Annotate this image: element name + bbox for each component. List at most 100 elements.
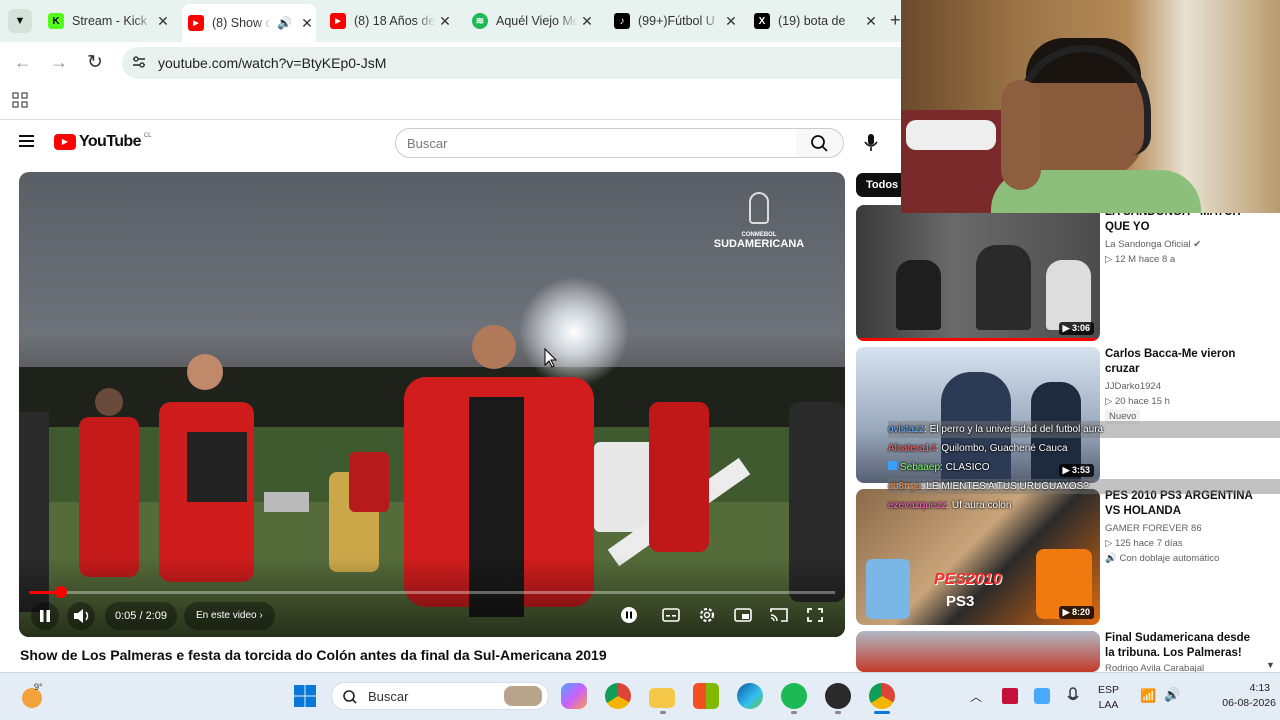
chapter-text: En este video [196,610,257,621]
tab-label: (19) bota de [778,14,846,28]
cast-button[interactable] [767,604,791,626]
tab-kick[interactable]: K Stream - Kick ✕ [44,6,172,36]
volume-icon[interactable]: 🔊 [1164,687,1180,703]
edge-icon[interactable] [737,683,763,709]
duration-badge: ▶ 3:53 [1058,464,1094,477]
related-info-1[interactable]: LA SANDONGA - MATCH QUE YO La Sandonga O… [1105,205,1255,267]
spotify-icon[interactable] [781,683,807,709]
chat-message: Sebaaep: CLASICO [888,460,990,475]
autoplay-toggle[interactable] [621,607,637,623]
related-info-4[interactable]: Final Sudamericana desde la tribuna. Los… [1105,631,1255,672]
site-info-icon[interactable] [131,54,147,70]
tray-app-icon[interactable] [1034,688,1050,704]
close-icon[interactable]: ✕ [298,15,316,32]
pause-small-icon [626,611,632,619]
webcam-hand [1001,80,1041,190]
spotify-icon: ≋ [472,13,488,29]
duration: 3:53 [1071,465,1090,475]
gear-icon [699,607,715,623]
obs-icon[interactable] [825,683,851,709]
clock[interactable]: 4:13 06-08-2026 [1198,681,1278,711]
tab-label: (99+)Fútbol U [638,14,715,28]
related-thumb-4[interactable] [856,631,1100,672]
copilot-icon[interactable] [561,683,587,709]
chapter-button[interactable]: En este video › [184,602,275,630]
volume-icon [74,609,89,623]
webcam-pillow [906,120,996,150]
close-icon[interactable]: ✕ [722,13,740,30]
search-button[interactable] [796,128,844,158]
video-player[interactable]: CONMEBOL SUDAMERICANA 0:05 / 2:09 En est… [19,172,845,637]
badge-icon [888,461,897,470]
audio-icon: 🔊 [1105,553,1120,564]
store-icon[interactable] [693,683,719,709]
running-indicator-active [874,711,890,714]
close-icon[interactable]: ✕ [154,13,172,30]
related-thumb-1[interactable]: ▶ 3:06 [856,205,1100,341]
tab-youtube-active[interactable]: ▶ (8) Show de Los Palmeras 🔊 ✕ [182,4,316,42]
chrome-icon[interactable] [605,683,631,709]
progress-bar[interactable] [29,591,835,594]
back-icon[interactable]: ← [14,52,32,73]
wifi-icon[interactable]: 📶 [1140,688,1156,704]
trophy-icon [749,192,769,224]
play-icon: ▷ [1105,254,1115,265]
webcam-overlay [901,0,1280,213]
x-icon: X [754,13,770,29]
tray-app-icon[interactable] [1002,688,1018,704]
new-tab-button[interactable]: + [890,10,901,31]
microphone-icon[interactable] [857,128,885,156]
chrome-profile-icon[interactable] [869,683,895,709]
apps-icon[interactable] [12,92,28,108]
play-icon: ▶ [1062,323,1072,333]
tab-tiktok[interactable]: ♪ (99+)Fútbol U ✕ [610,6,740,36]
play-icon: ▷ [1105,396,1115,407]
close-icon[interactable]: ✕ [578,13,596,30]
logo-text: YouTube [79,133,141,150]
weather-widget[interactable]: 9° [20,680,52,712]
running-indicator [791,711,797,714]
chevron-down-icon: ▼ [14,15,26,27]
scroll-down-icon[interactable]: ▼ [1266,660,1275,670]
file-explorer-icon[interactable] [649,688,675,708]
weather-temp: 9° [34,682,43,692]
tab-search-button[interactable]: ▼ [8,9,32,33]
tab-x[interactable]: X (19) bota de ✕ [750,6,880,36]
volume-button[interactable] [67,602,95,630]
related-stats: ▷ 20 hace 15 h [1105,396,1170,407]
cast-icon [770,608,788,622]
related-channel: Rodrigo Avila Carabajal [1105,663,1205,672]
youtube-logo-icon: ▶ [54,134,76,150]
language-indicator[interactable]: ESP LAA [1098,683,1119,713]
thumb-art [976,245,1031,330]
related-title: Carlos Bacca-Me vieron cruzar [1105,348,1236,375]
youtube-logo[interactable]: ▶ YouTube CL [54,133,152,151]
reload-icon[interactable]: ↻ [87,51,103,74]
related-stats: ▷ 125 hace 7 días [1105,538,1183,549]
microphone-icon[interactable] [1066,686,1080,706]
mouse-cursor-icon [544,347,558,373]
related-info-3[interactable]: PES 2010 PS3 ARGENTINA VS HOLANDA GAMER … [1105,489,1255,566]
tray-chevron-icon[interactable]: ︿ [970,688,982,705]
related-info-2[interactable]: Carlos Bacca-Me vieron cruzar JJDarko192… [1105,347,1255,424]
pause-button[interactable] [31,602,59,630]
menu-icon[interactable] [19,134,35,148]
taskbar [0,672,1280,720]
start-button[interactable] [293,684,317,708]
fullscreen-button[interactable] [803,604,827,626]
taskbar-search[interactable]: Buscar [331,682,549,710]
thumb-art [866,559,910,619]
search-input[interactable]: Buscar [395,128,797,158]
chat-message: ch3rrys: LE MIENTES A TUS URUGUAYOS? [888,481,1089,492]
miniplayer-button[interactable] [731,604,755,626]
verified-icon: ✔ [1193,239,1202,250]
forward-icon[interactable]: → [50,52,68,73]
settings-button[interactable] [695,604,719,626]
speaker-icon[interactable]: 🔊 [277,16,292,30]
subtitles-button[interactable] [659,604,683,626]
tab-youtube-2[interactable]: ▶ (8) 18 Años de ✕ [326,6,454,36]
close-icon[interactable]: ✕ [436,13,454,30]
tab-spotify[interactable]: ≋ Aquél Viejo Motel ✕ [468,6,596,36]
close-icon[interactable]: ✕ [862,13,880,30]
thumb-art [896,260,941,330]
